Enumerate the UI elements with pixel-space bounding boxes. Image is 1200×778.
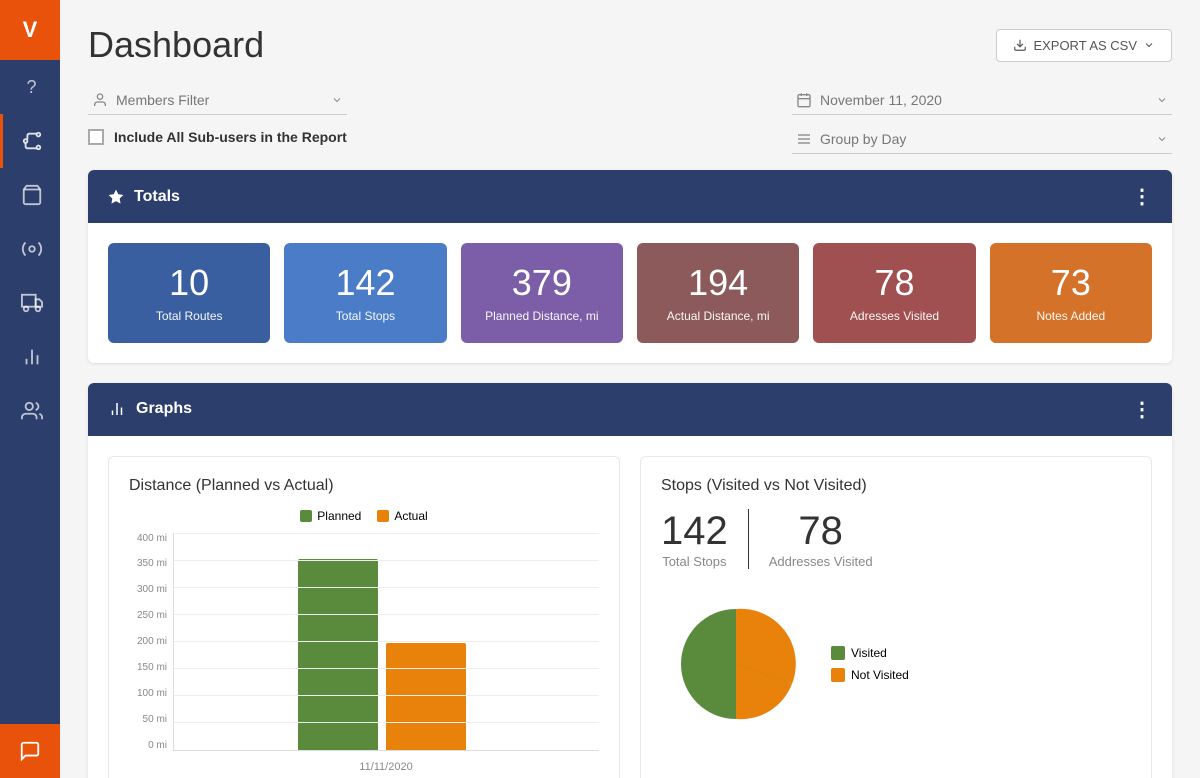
graphs-panel-body: Distance (Planned vs Actual) Planned Act… (88, 436, 1172, 778)
actual-legend-dot (377, 510, 389, 522)
group-icon (796, 131, 812, 147)
sidebar: V ? (0, 0, 60, 778)
addresses-visited-card: 78 Adresses Visited (813, 243, 975, 343)
total-routes-value: 10 (118, 263, 260, 303)
dropdown-arrow-icon (331, 94, 343, 106)
addresses-visited-stat: 78 Addresses Visited (769, 509, 873, 569)
sidebar-item-orders[interactable] (0, 168, 60, 222)
total-stops-value: 142 (294, 263, 436, 303)
pie-section: Visited Not Visited (661, 589, 1131, 739)
members-filter-dropdown[interactable]: Members Filter (88, 86, 347, 115)
bar-chart-area (173, 533, 599, 751)
stops-chart-card: Stops (Visited vs Not Visited) 142 Total… (640, 456, 1152, 778)
legend-actual: Actual (377, 509, 427, 523)
graphs-title: Graphs (136, 400, 192, 418)
total-stops-stat: 142 Total Stops (661, 509, 728, 569)
group-dropdown-arrow-icon (1156, 133, 1168, 145)
planned-distance-label: Planned Distance, mi (471, 309, 613, 323)
star-icon (108, 189, 124, 205)
notes-added-card: 73 Notes Added (990, 243, 1152, 343)
routes-icon (21, 130, 43, 152)
totals-grid: 10 Total Routes 142 Total Stops 379 Plan… (108, 243, 1152, 343)
team-icon (21, 400, 43, 422)
page-title: Dashboard (88, 24, 264, 66)
date-dropdown-arrow-icon (1156, 94, 1168, 106)
total-stops-card: 142 Total Stops (284, 243, 446, 343)
actual-distance-card: 194 Actual Distance, mi (637, 243, 799, 343)
pie-legend: Visited Not Visited (831, 646, 909, 682)
stops-stats: 142 Total Stops 78 Addresses Visited (661, 509, 1131, 569)
page-header: Dashboard EXPORT AS CSV (88, 24, 1172, 66)
actual-distance-value: 194 (647, 263, 789, 303)
date-filter-dropdown[interactable]: November 11, 2020 (792, 86, 1172, 115)
main-content: Dashboard EXPORT AS CSV Members Filter (60, 0, 1200, 778)
fleet-icon (21, 292, 43, 314)
sidebar-item-analytics[interactable] (0, 330, 60, 384)
graphs-panel-header: Graphs ⋮ (88, 383, 1172, 436)
sidebar-item-help[interactable]: ? (0, 60, 60, 114)
x-axis-label: 11/11/2020 (173, 761, 599, 773)
planned-distance-value: 379 (471, 263, 613, 303)
not-visited-dot (831, 668, 845, 682)
total-stops-label: Total Stops (294, 309, 436, 323)
distance-chart-card: Distance (Planned vs Actual) Planned Act… (108, 456, 620, 778)
checkbox-box (88, 129, 104, 145)
stops-divider (748, 509, 749, 569)
planned-bar (298, 559, 378, 750)
legend-planned: Planned (300, 509, 361, 523)
filter-right: November 11, 2020 Group by Day (792, 86, 1172, 154)
chat-button[interactable] (0, 724, 60, 778)
download-icon (1013, 38, 1027, 52)
addresses-visited-num: 78 (769, 509, 873, 554)
totals-panel: Totals ⋮ 10 Total Routes 142 Total Stops… (88, 170, 1172, 363)
sidebar-item-routes[interactable] (0, 114, 60, 168)
export-csv-button[interactable]: EXPORT AS CSV (996, 29, 1172, 62)
calendar-icon (796, 92, 812, 108)
totals-menu-button[interactable]: ⋮ (1132, 184, 1152, 209)
total-stops-num: 142 (661, 509, 728, 554)
sidebar-item-team[interactable] (0, 384, 60, 438)
group-by-dropdown[interactable]: Group by Day (792, 125, 1172, 154)
stops-chart-title: Stops (Visited vs Not Visited) (661, 477, 1131, 495)
include-subusers-checkbox[interactable]: Include All Sub-users in the Report (88, 129, 347, 145)
filter-left: Members Filter Include All Sub-users in … (88, 86, 347, 145)
notes-added-label: Notes Added (1000, 309, 1142, 323)
addresses-visited-value: 78 (823, 263, 965, 303)
distance-chart-legend: Planned Actual (129, 509, 599, 523)
totals-panel-header: Totals ⋮ (88, 170, 1172, 223)
addresses-visited-label: Adresses Visited (823, 309, 965, 323)
sidebar-item-dispatch[interactable] (0, 222, 60, 276)
dispatch-icon (21, 238, 43, 260)
cart-icon (21, 184, 43, 206)
not-visited-legend-item: Not Visited (831, 668, 909, 682)
visited-dot (831, 646, 845, 660)
notes-added-value: 73 (1000, 263, 1142, 303)
help-icon: ? (26, 77, 36, 98)
planned-legend-dot (300, 510, 312, 522)
addresses-visited-stat-label: Addresses Visited (769, 554, 873, 569)
graphs-menu-button[interactable]: ⋮ (1132, 397, 1152, 422)
analytics-icon (21, 346, 43, 368)
graphs-grid: Distance (Planned vs Actual) Planned Act… (108, 456, 1152, 778)
chat-icon (19, 740, 41, 762)
total-stops-stat-label: Total Stops (661, 554, 728, 569)
person-icon (92, 92, 108, 108)
app-logo[interactable]: V (0, 0, 60, 60)
pie-chart (661, 589, 811, 739)
bar-chart-icon (108, 400, 126, 418)
filters-row: Members Filter Include All Sub-users in … (88, 86, 1172, 154)
y-axis-labels: 400 mi 350 mi 300 mi 250 mi 200 mi 150 m… (129, 533, 171, 751)
total-routes-label: Total Routes (118, 309, 260, 323)
actual-distance-label: Actual Distance, mi (647, 309, 789, 323)
actual-bar (386, 643, 466, 749)
distance-chart-title: Distance (Planned vs Actual) (129, 477, 599, 495)
totals-panel-body: 10 Total Routes 142 Total Stops 379 Plan… (88, 223, 1172, 363)
sidebar-item-fleet[interactable] (0, 276, 60, 330)
totals-title: Totals (134, 188, 180, 206)
graphs-panel: Graphs ⋮ Distance (Planned vs Actual) Pl… (88, 383, 1172, 778)
visited-legend-item: Visited (831, 646, 909, 660)
planned-distance-card: 379 Planned Distance, mi (461, 243, 623, 343)
chevron-down-icon (1143, 39, 1155, 51)
total-routes-card: 10 Total Routes (108, 243, 270, 343)
